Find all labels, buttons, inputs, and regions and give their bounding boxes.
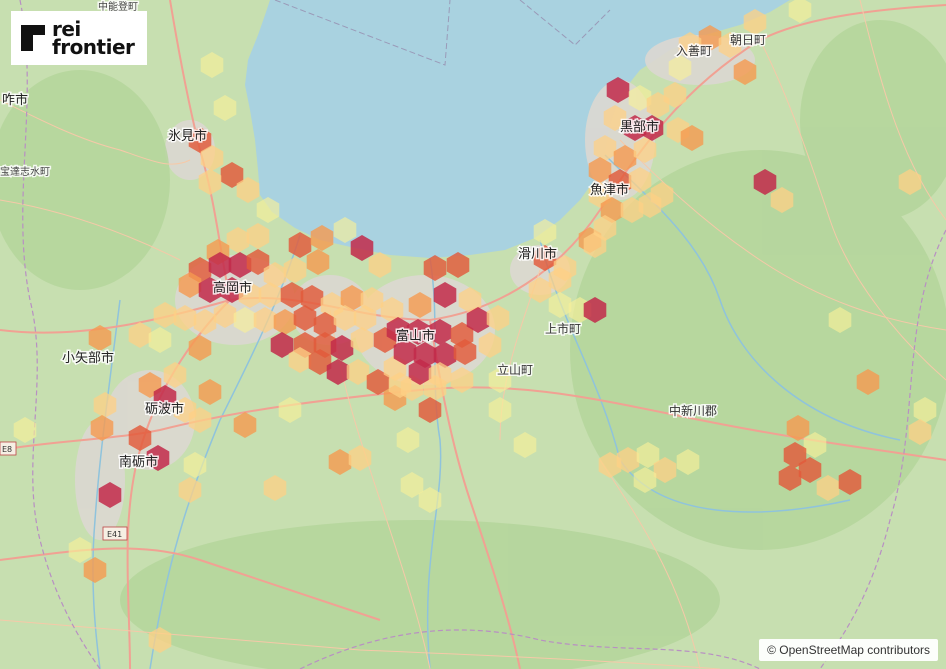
map-attribution[interactable]: © OpenStreetMap contributors xyxy=(759,639,938,661)
place-label-tonami: 砺波市 xyxy=(145,401,184,417)
svg-text:E41: E41 xyxy=(107,530,122,539)
place-label-namerikawa: 滑川市 xyxy=(518,246,557,262)
highway-shield-e41: E41 xyxy=(102,526,128,541)
place-label-nakaniikawa: 中新川郡 xyxy=(669,403,717,418)
place-label-oyabe: 小矢部市 xyxy=(62,350,114,366)
place-label-toyama: 富山市 xyxy=(396,328,435,344)
place-label-asahi: 朝日町 xyxy=(730,33,766,47)
attribution-link[interactable]: © OpenStreetMap contributors xyxy=(767,643,930,657)
logo-text: rei frontier xyxy=(52,19,135,59)
place-label-kurobe: 黒部市 xyxy=(620,119,659,135)
place-label-tateyama: 立山町 xyxy=(497,362,533,377)
place-label-hodatsushimizu: 宝達志水町 xyxy=(0,165,50,178)
map-labels-layer: 富山市 高岡市 氷見市 砺波市 南砺市 小矢部市 滑川市 魚津市 黒部市 入善町… xyxy=(0,0,768,541)
rei-frontier-logo: rei frontier xyxy=(11,11,147,65)
place-label-nanto: 南砺市 xyxy=(119,454,158,470)
place-label-himi: 氷見市 xyxy=(168,128,207,144)
logo-mark-icon xyxy=(19,23,47,53)
place-label-takaoka: 高岡市 xyxy=(213,280,252,296)
highway-shield-e8: E8 xyxy=(0,441,17,456)
place-label-kamiichi: 上市町 xyxy=(545,321,581,336)
svg-text:E8: E8 xyxy=(2,445,12,454)
place-label-uozu: 魚津市 xyxy=(590,182,629,198)
place-label-nyuzen: 入善町 xyxy=(676,43,712,58)
logo-line-2: frontier xyxy=(52,35,135,59)
place-label-hakui: 咋市 xyxy=(2,92,28,108)
map-container[interactable]: 富山市 高岡市 氷見市 砺波市 南砺市 小矢部市 滑川市 魚津市 黒部市 入善町… xyxy=(0,0,946,669)
